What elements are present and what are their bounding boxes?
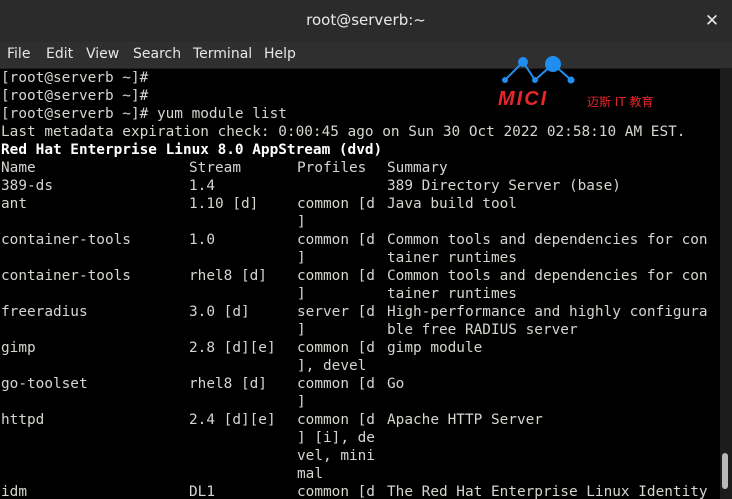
cell-summary: Common tools and dependencies for con (387, 268, 708, 284)
logo-network-icon (502, 56, 575, 84)
menu-edit[interactable]: Edit (46, 46, 73, 62)
logo-tagline: 迈斯 IT 教育 (587, 95, 654, 109)
terminal-output[interactable]: [root@serverb ~]# [root@serverb ~]# [roo… (0, 69, 732, 499)
col-header-summary: Summary (387, 160, 448, 176)
cell-summary: Apache HTTP Server (387, 412, 543, 428)
cell-profiles: ] (297, 214, 306, 230)
cell-profiles: common [d (297, 196, 375, 212)
cell-summary: Java build tool (387, 196, 517, 212)
table-header-row: Name Stream Profiles Summary (1, 159, 731, 177)
cell-profiles: ] (297, 250, 306, 266)
menu-search[interactable]: Search (133, 46, 181, 62)
cell-name: ant (1, 196, 27, 212)
cell-stream: 1.4 (189, 178, 215, 194)
table-row: container-tools 1.0 common [d Common tools … (1, 231, 731, 249)
table-row: container-tools rhel8 [d] common [d Common … (1, 267, 731, 285)
cell-name: freeradius (1, 304, 88, 320)
cell-profiles: ] [i], de (297, 430, 375, 446)
cell-stream: 2.8 [d][e] (189, 340, 276, 356)
terminal-line: [root@serverb ~]# yum module list (1, 106, 287, 122)
cell-profiles: common [d (297, 340, 375, 356)
cell-stream: rhel8 [d] (189, 376, 267, 392)
cell-profiles: ], devel (297, 358, 367, 374)
title-bar: root@serverb:~ ✕ (0, 0, 732, 43)
cell-summary: tainer runtimes (387, 286, 517, 302)
table-row: ] ble free RADIUS server (1, 321, 731, 339)
cell-name: container-tools (1, 232, 131, 248)
cell-stream: 1.0 (189, 232, 215, 248)
cell-profiles: common [d (297, 484, 375, 499)
cell-stream: 3.0 [d] (189, 304, 250, 320)
cell-name: container-tools (1, 268, 131, 284)
cell-profiles: server [d (297, 304, 375, 320)
cell-profiles: ] (297, 322, 306, 338)
cell-profiles: common [d (297, 412, 375, 428)
cell-stream: rhel8 [d] (189, 268, 267, 284)
cell-summary: The Red Hat Enterprise Linux Identity (387, 484, 708, 499)
table-row: gimp 2.8 [d][e] common [d gimp module (1, 339, 731, 357)
table-row: 389-ds 1.4 389 Directory Server (base) (1, 177, 731, 195)
table-row: ] [i], de (1, 429, 731, 447)
table-row: ant 1.10 [d] common [d Java build tool (1, 195, 731, 213)
menu-help[interactable]: Help (264, 46, 296, 62)
cell-profiles: common [d (297, 268, 375, 284)
cell-profiles: common [d (297, 376, 375, 392)
cell-summary: Go (387, 376, 405, 392)
col-header-name: Name (1, 160, 36, 176)
table-row: ], devel (1, 357, 731, 375)
table-row: ] (1, 213, 731, 231)
menu-terminal[interactable]: Terminal (193, 46, 252, 62)
table-row: go-toolset rhel8 [d] common [d Go (1, 375, 731, 393)
repo-header: Red Hat Enterprise Linux 8.0 AppStream (… (1, 142, 383, 158)
cell-stream: DL1 (189, 484, 215, 499)
close-button[interactable]: ✕ (702, 11, 722, 31)
close-icon: ✕ (704, 11, 720, 31)
cell-name: go-toolset (1, 376, 88, 392)
cell-stream: 2.4 [d][e] (189, 412, 276, 428)
cell-name: gimp (1, 340, 36, 356)
cell-name: 389-ds (1, 178, 53, 194)
table-row: idm DL1 common [d The Red Hat Enterprise Li… (1, 483, 731, 499)
terminal-line: Last metadata expiration check: 0:00:45 … (1, 124, 686, 140)
cell-profiles: ] (297, 286, 306, 302)
terminal-line: [root@serverb ~]# (1, 70, 149, 86)
cell-summary: 389 Directory Server (base) (387, 178, 621, 194)
table-row: ] tainer runtimes (1, 285, 731, 303)
cell-summary: tainer runtimes (387, 250, 517, 266)
scrollbar-thumb[interactable] (722, 453, 728, 489)
cell-profiles: mal (297, 466, 323, 482)
table-row: ] (1, 393, 731, 411)
cell-profiles: common [d (297, 232, 375, 248)
cell-stream: 1.10 [d] (189, 196, 259, 212)
terminal-line: [root@serverb ~]# (1, 88, 149, 104)
menu-file[interactable]: File (7, 46, 30, 62)
window-title: root@serverb:~ (306, 11, 426, 29)
table-row: httpd 2.4 [d][e] common [d Apache HTTP Serv… (1, 411, 731, 429)
col-header-stream: Stream (189, 160, 241, 176)
cell-profiles: ] (297, 394, 306, 410)
cell-summary: High-performance and highly configura (387, 304, 708, 320)
col-header-profiles: Profiles (297, 160, 367, 176)
table-row: ] tainer runtimes (1, 249, 731, 267)
cell-profiles: vel, mini (297, 448, 375, 464)
table-row: freeradius 3.0 [d] server [d High-performan… (1, 303, 731, 321)
cell-summary: ble free RADIUS server (387, 322, 578, 338)
terminal-scrollbar[interactable] (720, 69, 732, 499)
cell-name: httpd (1, 412, 45, 428)
table-row: mal (1, 465, 731, 483)
cell-summary: Common tools and dependencies for con (387, 232, 708, 248)
table-row: vel, mini (1, 447, 731, 465)
mici-logo: MICI 迈斯 IT 教育 (495, 50, 675, 112)
cell-summary: gimp module (387, 340, 483, 356)
menu-view[interactable]: View (86, 46, 119, 62)
logo-brand: MICI (498, 88, 549, 110)
cell-name: idm (1, 484, 27, 499)
